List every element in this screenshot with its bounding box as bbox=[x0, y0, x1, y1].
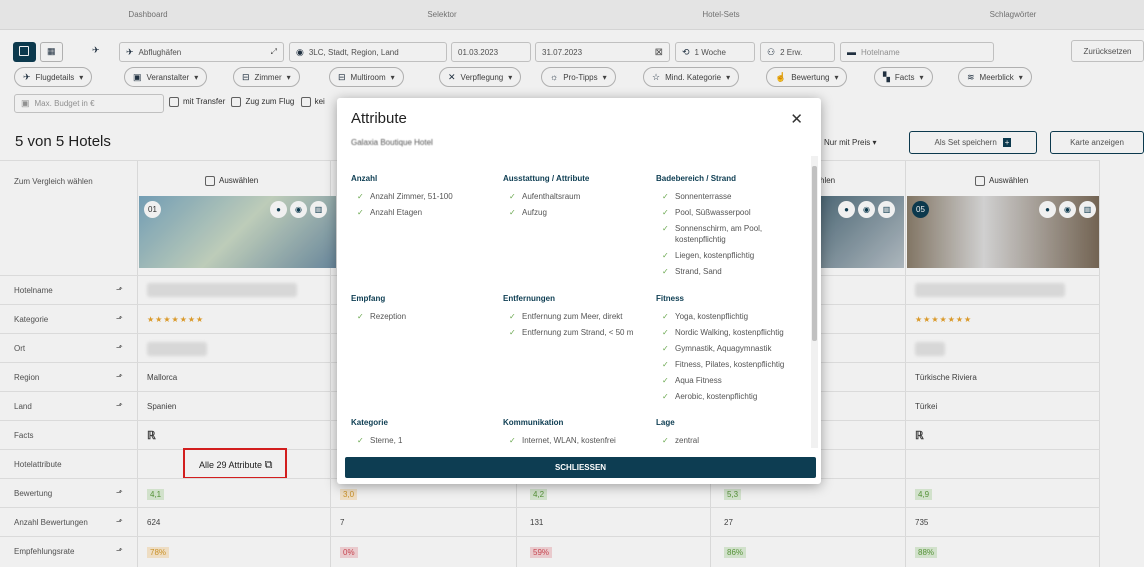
attribute-item: Liegen, kostenpflichtig bbox=[656, 250, 806, 261]
attribute-item: Anzahl Zimmer, 51-100 bbox=[351, 191, 501, 202]
attribute-item: Anzahl Etagen bbox=[351, 207, 501, 218]
section-title: Empfang bbox=[351, 294, 386, 303]
section-fitness: Fitness Yoga, kostenpflichtig Nordic Wal… bbox=[656, 294, 814, 407]
attribute-item: Strand, Sand bbox=[656, 266, 806, 277]
attribute-item: Gymnastik, Aquagymnastik bbox=[656, 343, 814, 354]
attribute-item: Pool, Süßwasserpool bbox=[656, 207, 806, 218]
section-ausstattung: Ausstattung / Attribute Aufenthaltsraum … bbox=[503, 174, 653, 223]
attribute-item: Sterne, 1 bbox=[351, 435, 501, 446]
attribute-item: Sonnenterrasse bbox=[656, 191, 806, 202]
section-kommunikation: Kommunikation Internet, WLAN, kostenfrei bbox=[503, 418, 653, 451]
section-title: Anzahl bbox=[351, 174, 378, 183]
close-icon[interactable]: ✕ bbox=[790, 110, 803, 128]
attribute-item: Aufenthaltsraum bbox=[503, 191, 653, 202]
attributes-modal: Attribute ✕ Galaxia Boutique Hotel Anzah… bbox=[337, 98, 821, 484]
modal-scrollbar-thumb[interactable] bbox=[812, 166, 817, 341]
section-title: Lage bbox=[656, 418, 675, 427]
attribute-item: Rezeption bbox=[351, 311, 501, 322]
attribute-item: Sonnenschirm, am Pool, kostenpflichtig bbox=[656, 223, 806, 245]
attribute-item: Entfernung zum Meer, direkt bbox=[503, 311, 653, 322]
section-badebereich: Badebereich / Strand Sonnenterrasse Pool… bbox=[656, 174, 806, 282]
attribute-item: Aufzug bbox=[503, 207, 653, 218]
section-kategorie: Kategorie Sterne, 1 bbox=[351, 418, 501, 451]
section-title: Kommunikation bbox=[503, 418, 564, 427]
section-title: Entfernungen bbox=[503, 294, 555, 303]
attribute-item: Entfernung zum Strand, < 50 m bbox=[503, 327, 653, 338]
attribute-item: Yoga, kostenpflichtig bbox=[656, 311, 814, 322]
section-title: Fitness bbox=[656, 294, 685, 303]
section-title: Kategorie bbox=[351, 418, 388, 427]
modal-title: Attribute bbox=[351, 110, 407, 127]
section-title: Badebereich / Strand bbox=[656, 174, 737, 183]
attribute-item: Fitness, Pilates, kostenpflichtig bbox=[656, 359, 814, 370]
modal-hotel-name: Galaxia Boutique Hotel bbox=[351, 138, 433, 147]
modal-close-button[interactable]: SCHLIESSEN bbox=[345, 457, 816, 478]
attribute-item: Aerobic, kostenpflichtig bbox=[656, 391, 814, 402]
section-title: Ausstattung / Attribute bbox=[503, 174, 590, 183]
attribute-item: Internet, WLAN, kostenfrei bbox=[503, 435, 653, 446]
attribute-item: Nordic Walking, kostenpflichtig bbox=[656, 327, 814, 338]
attribute-item: zentral bbox=[656, 435, 806, 446]
section-lage: Lage zentral bbox=[656, 418, 806, 451]
attribute-item: Aqua Fitness bbox=[656, 375, 814, 386]
section-entfernungen: Entfernungen Entfernung zum Meer, direkt… bbox=[503, 294, 653, 343]
section-anzahl: Anzahl Anzahl Zimmer, 51-100 Anzahl Etag… bbox=[351, 174, 501, 223]
section-empfang: Empfang Rezeption bbox=[351, 294, 501, 327]
